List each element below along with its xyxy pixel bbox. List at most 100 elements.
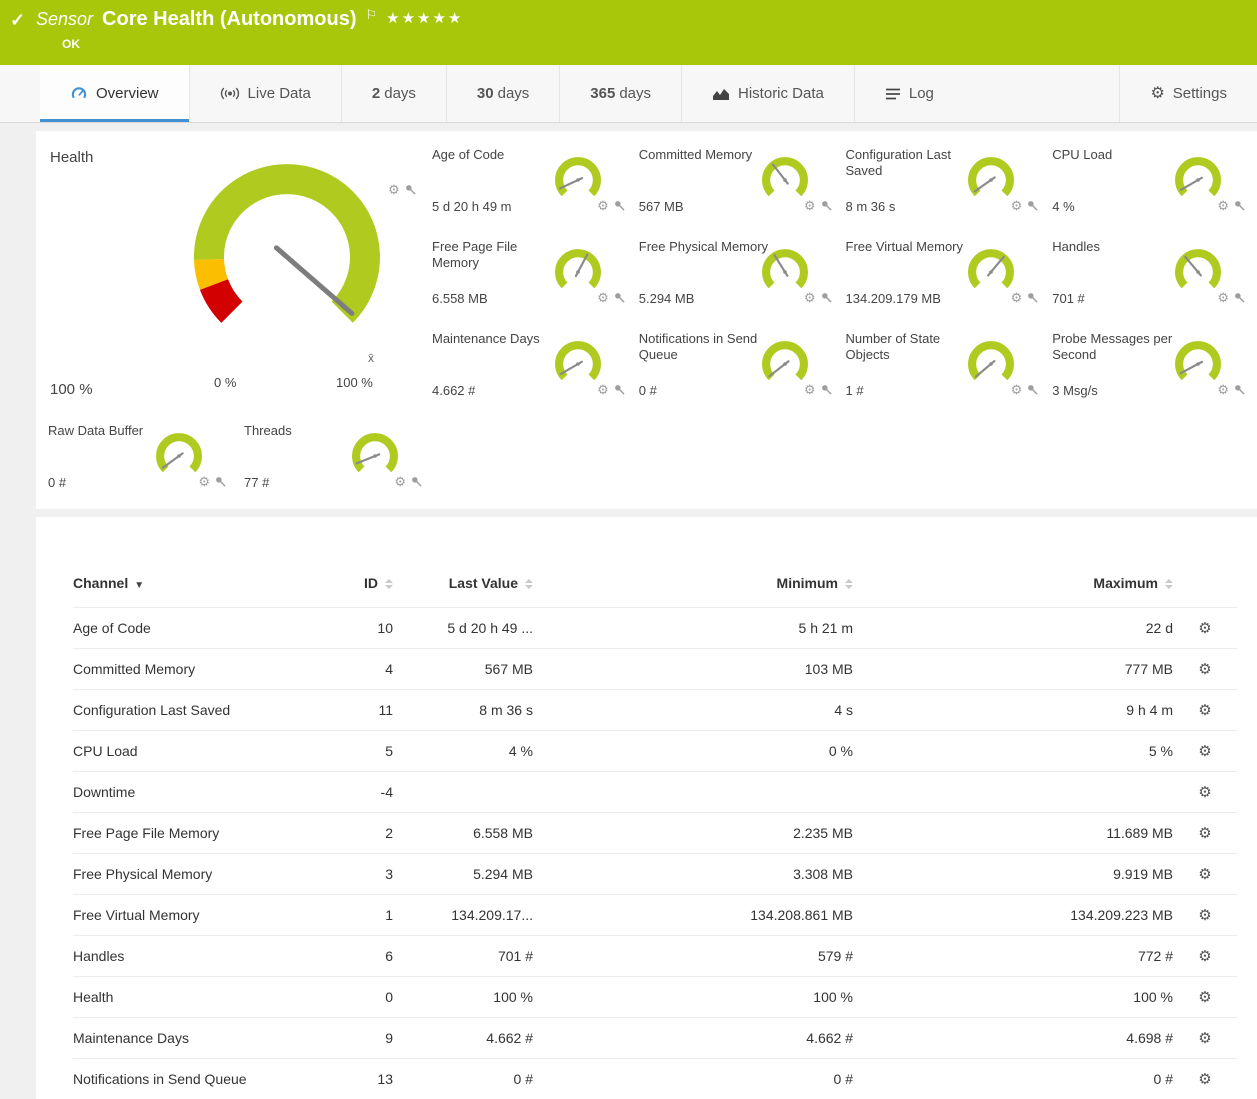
tab-overview[interactable]: Overview: [40, 65, 189, 122]
pin-icon[interactable]: [1027, 200, 1038, 211]
table-row-free-page-file-memory[interactable]: Free Page File Memory 2 6.558 MB 2.235 M…: [73, 813, 1237, 854]
channel-settings-gear-icon[interactable]: ⚙: [1198, 907, 1211, 924]
gear-icon[interactable]: ⚙: [1011, 291, 1023, 304]
gear-icon[interactable]: ⚙: [597, 291, 609, 304]
tab-historic-data[interactable]: Historic Data: [681, 65, 854, 122]
channel-table-header-row: Channel▼ ID Last Value Minimum Maximum: [73, 567, 1237, 608]
tab-30-days[interactable]: 30days: [446, 65, 559, 122]
pin-icon[interactable]: [614, 384, 625, 395]
gauge-value: 3 Msg/s: [1052, 383, 1098, 398]
column-header-actions: [1173, 567, 1237, 608]
channel-settings-gear-icon[interactable]: ⚙: [1198, 989, 1211, 1006]
pin-icon[interactable]: [1234, 384, 1245, 395]
tab-365-days[interactable]: 365days: [559, 65, 681, 122]
gear-icon[interactable]: ⚙: [597, 383, 609, 396]
table-row-health[interactable]: Health 0 100 % 100 % 100 % ⚙: [73, 977, 1237, 1018]
pin-icon[interactable]: [215, 476, 226, 487]
sort-toggle-icon: [1165, 579, 1173, 589]
table-row-committed-memory[interactable]: Committed Memory 4 567 MB 103 MB 777 MB …: [73, 649, 1237, 690]
channel-settings-gear-icon[interactable]: ⚙: [1198, 948, 1211, 965]
column-header-minimum[interactable]: Minimum: [533, 567, 853, 608]
channel-minimum: 4.662 #: [533, 1018, 853, 1059]
gear-icon[interactable]: ⚙: [804, 291, 816, 304]
channel-settings-gear-icon[interactable]: ⚙: [1198, 620, 1211, 637]
pin-icon[interactable]: [821, 292, 832, 303]
table-row-cpu-load[interactable]: CPU Load 5 4 % 0 % 5 % ⚙: [73, 731, 1237, 772]
health-gauge-red-arc: [214, 285, 232, 313]
channel-maximum: 134.209.223 MB: [853, 895, 1173, 936]
sensor-header: ✓ Sensor Core Health (Autonomous) ⚐ ★★★★…: [0, 0, 1257, 65]
gear-icon[interactable]: ⚙: [1217, 291, 1229, 304]
column-header-last-value[interactable]: Last Value: [393, 567, 533, 608]
tab-settings[interactable]: ⚙Settings: [1119, 65, 1257, 122]
gear-icon[interactable]: ⚙: [198, 475, 210, 488]
sort-toggle-icon: [385, 579, 393, 589]
channel-id: 4: [323, 649, 393, 690]
health-needle: [276, 248, 351, 314]
channel-name: Free Virtual Memory: [73, 895, 323, 936]
sort-toggle-icon: [525, 579, 533, 589]
channel-last-value: 100 %: [393, 977, 533, 1018]
gear-icon[interactable]: ⚙: [597, 199, 609, 212]
gauge-maintenance-days: Maintenance Days 4.662 # ⚙: [432, 331, 631, 417]
gear-icon[interactable]: ⚙: [804, 199, 816, 212]
pin-icon[interactable]: [821, 384, 832, 395]
gear-icon[interactable]: ⚙: [1217, 383, 1229, 396]
priority-flag-icon[interactable]: ⚐: [365, 7, 377, 23]
pin-icon[interactable]: [821, 200, 832, 211]
gear-icon[interactable]: ⚙: [1011, 383, 1023, 396]
gear-icon[interactable]: ⚙: [394, 475, 406, 488]
channel-id: -4: [323, 772, 393, 813]
channel-settings-gear-icon[interactable]: ⚙: [1198, 825, 1211, 842]
pin-icon[interactable]: [1234, 292, 1245, 303]
pin-icon[interactable]: [1234, 200, 1245, 211]
table-row-handles[interactable]: Handles 6 701 # 579 # 772 # ⚙: [73, 936, 1237, 977]
status-badge: OK: [62, 37, 1257, 51]
gear-icon[interactable]: ⚙: [388, 183, 400, 196]
gear-icon: ⚙: [1150, 86, 1164, 102]
channel-settings-gear-icon[interactable]: ⚙: [1198, 702, 1211, 719]
tab-2-days[interactable]: 2days: [341, 65, 446, 122]
tab-log[interactable]: Log: [854, 65, 964, 122]
gauge-bottom-row: Raw Data Buffer 0 # ⚙ Threads 77 # ⚙: [48, 423, 428, 509]
table-row-maintenance-days[interactable]: Maintenance Days 9 4.662 # 4.662 # 4.698…: [73, 1018, 1237, 1059]
table-row-age-of-code[interactable]: Age of Code 10 5 d 20 h 49 ... 5 h 21 m …: [73, 608, 1237, 649]
channel-settings-gear-icon[interactable]: ⚙: [1198, 866, 1211, 883]
tab-label: 365days: [590, 85, 651, 102]
gauge-value: 5 d 20 h 49 m: [432, 199, 512, 214]
channel-last-value: 4 %: [393, 731, 533, 772]
pin-icon[interactable]: [405, 184, 416, 195]
table-row-downtime[interactable]: Downtime -4 ⚙: [73, 772, 1237, 813]
table-row-configuration-last-saved[interactable]: Configuration Last Saved 11 8 m 36 s 4 s…: [73, 690, 1237, 731]
tab-live-data[interactable]: Live Data: [189, 65, 341, 122]
gear-icon[interactable]: ⚙: [804, 383, 816, 396]
channel-settings-gear-icon[interactable]: ⚙: [1198, 1071, 1211, 1088]
priority-stars[interactable]: ★★★★★: [386, 9, 463, 27]
pin-icon[interactable]: [614, 292, 625, 303]
gauge-value: 5.294 MB: [639, 291, 695, 306]
pin-icon[interactable]: [1027, 292, 1038, 303]
channel-id: 9: [323, 1018, 393, 1059]
column-header-maximum[interactable]: Maximum: [853, 567, 1173, 608]
table-row-free-physical-memory[interactable]: Free Physical Memory 3 5.294 MB 3.308 MB…: [73, 854, 1237, 895]
gauge-cpu-load: CPU Load 4 % ⚙: [1052, 147, 1251, 233]
health-gauge: [174, 157, 400, 362]
gauge-value: 4 %: [1052, 199, 1074, 214]
channel-settings-gear-icon[interactable]: ⚙: [1198, 784, 1211, 801]
channel-settings-gear-icon[interactable]: ⚙: [1198, 743, 1211, 760]
channel-minimum: 134.208.861 MB: [533, 895, 853, 936]
gauge-actions: ⚙: [198, 475, 226, 488]
pin-icon[interactable]: [411, 476, 422, 487]
channel-settings-gear-icon[interactable]: ⚙: [1198, 661, 1211, 678]
channel-table: Channel▼ ID Last Value Minimum Maximum A…: [73, 567, 1237, 1099]
column-header-channel[interactable]: Channel▼: [73, 567, 323, 608]
gauge-handles: Handles 701 # ⚙: [1052, 239, 1251, 325]
table-row-free-virtual-memory[interactable]: Free Virtual Memory 1 134.209.17... 134.…: [73, 895, 1237, 936]
gear-icon[interactable]: ⚙: [1011, 199, 1023, 212]
gear-icon[interactable]: ⚙: [1217, 199, 1229, 212]
channel-settings-gear-icon[interactable]: ⚙: [1198, 1030, 1211, 1047]
pin-icon[interactable]: [614, 200, 625, 211]
column-header-id[interactable]: ID: [323, 567, 393, 608]
pin-icon[interactable]: [1027, 384, 1038, 395]
gauge-configuration-last-saved: Configuration Last Saved 8 m 36 s ⚙: [846, 147, 1045, 233]
